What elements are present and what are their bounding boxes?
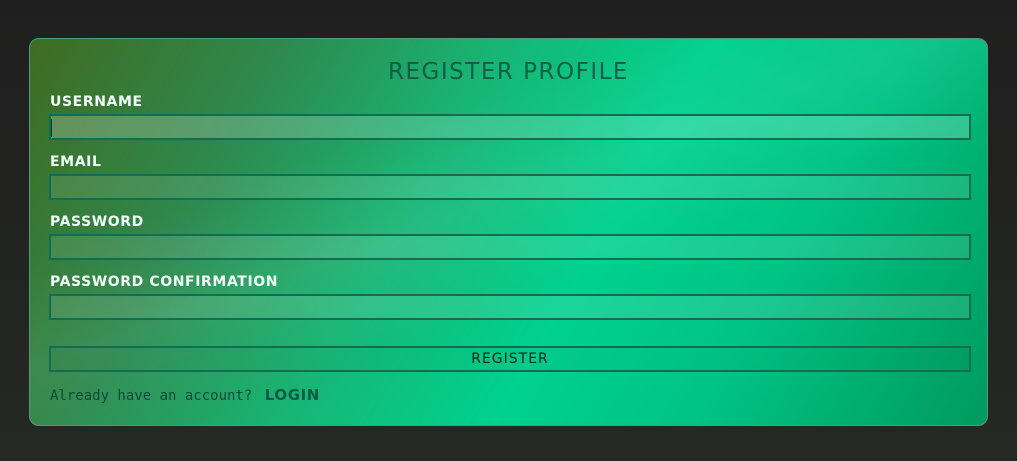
register-card: REGISTER PROFILE USERNAME EMAIL PASSWORD… [29,38,988,426]
email-input[interactable] [49,174,971,200]
email-label: EMAIL [50,154,102,170]
page-title: REGISTER PROFILE [388,59,629,85]
register-button[interactable]: REGISTER [49,346,971,372]
username-label: USERNAME [50,94,143,110]
username-input[interactable] [49,114,971,140]
text-caret [51,119,52,137]
login-prompt-text: Already have an account? [50,388,253,404]
password-label: PASSWORD [50,214,144,230]
login-link[interactable]: LOGIN [265,386,320,404]
password-confirmation-label: PASSWORD CONFIRMATION [50,274,279,290]
login-prompt: Already have an account? LOGIN [50,386,320,404]
password-input[interactable] [49,234,971,260]
password-confirmation-input[interactable] [49,294,971,320]
